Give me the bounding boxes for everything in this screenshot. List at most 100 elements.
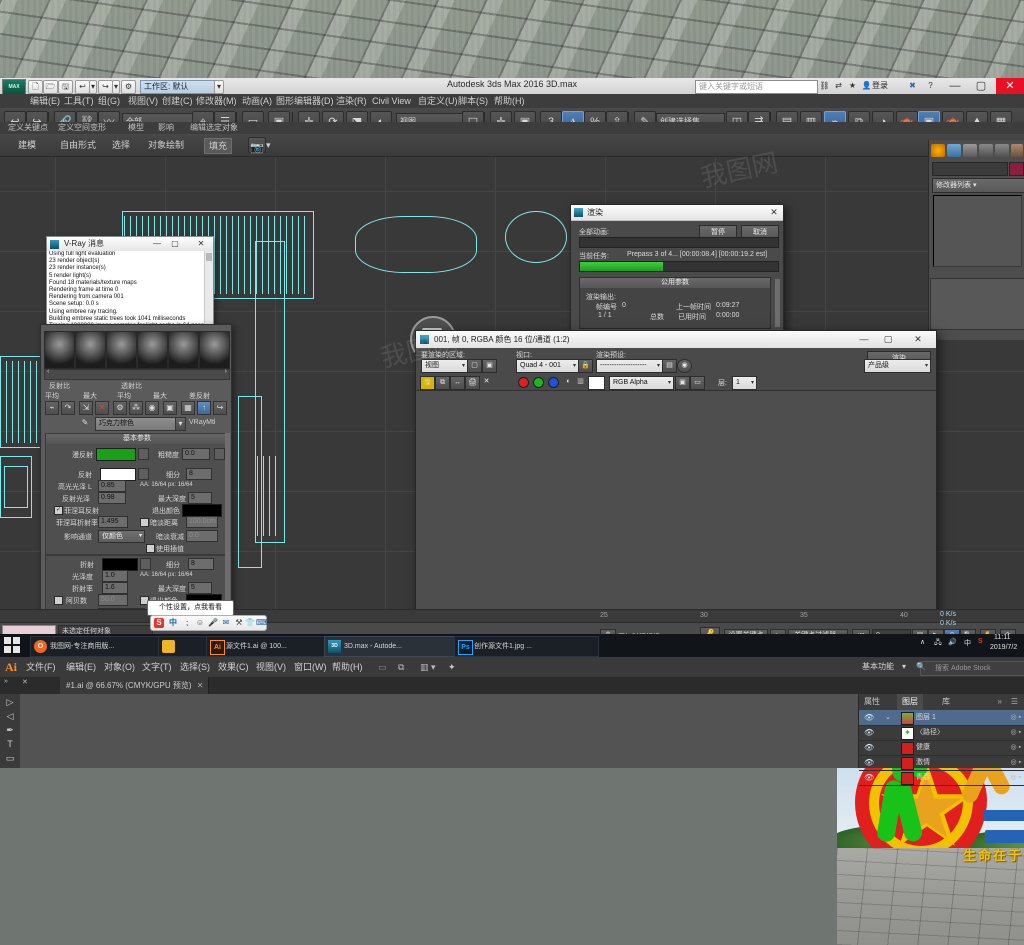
layer-target-icon[interactable]: ◎ ▪ xyxy=(1010,740,1021,755)
mic-icon[interactable]: 🎤 xyxy=(208,618,218,628)
menu-edit[interactable]: 编辑(E) xyxy=(30,94,60,108)
ai-menu-help[interactable]: 帮助(H) xyxy=(332,657,363,677)
list-item[interactable]: 👁 ✦ 〈路径〉 ◎ ▪ xyxy=(859,725,1024,741)
compare-image-icon[interactable]: ↔ xyxy=(450,376,465,390)
rfw-close-button[interactable]: ✕ xyxy=(908,331,928,348)
reflect-map-button[interactable] xyxy=(138,468,149,480)
hierarchy-tab-icon[interactable] xyxy=(963,144,977,157)
ai-panel-menu-icon[interactable]: ☰ xyxy=(1006,694,1023,710)
print-image-icon[interactable]: 🖨 xyxy=(465,376,480,390)
menu-rendering[interactable]: 渲染(R) xyxy=(336,94,367,108)
emoji-icon[interactable]: ☺ xyxy=(195,618,205,628)
ribbon-overflow[interactable]: ▾ xyxy=(266,138,271,152)
list-item[interactable]: 👁 ⌄ 图层 1 ◎ ▪ xyxy=(859,710,1024,726)
chevron-down-icon[interactable]: ⌄ xyxy=(885,710,891,725)
render-mode-combo[interactable]: 产品级 xyxy=(864,359,931,373)
edit-region-icon[interactable]: ▢ xyxy=(467,359,482,373)
enable-color-correction-icon[interactable]: ▣ xyxy=(675,376,690,390)
ribbon-tab-objectpaint[interactable]: 对象绘制 xyxy=(148,138,184,152)
glossiness-spinner[interactable]: 1.0 xyxy=(102,570,128,582)
affect-channel-combo[interactable]: 仅颜色 xyxy=(98,530,145,543)
ai-panel-collapse-icon[interactable]: » xyxy=(4,678,8,685)
menu-customize[interactable]: 自定义(U) xyxy=(418,94,458,108)
max-depth-spinner[interactable]: 5 xyxy=(188,492,212,504)
menu-civil-view[interactable]: Civil View xyxy=(372,94,411,108)
object-name-field[interactable] xyxy=(932,162,1008,176)
eye-icon[interactable]: 👁 xyxy=(864,758,874,767)
dim-distance-spinner[interactable]: 100.0cm xyxy=(186,516,218,528)
ai-menu-type[interactable]: 文字(T) xyxy=(142,657,172,677)
rfw-maximize-button[interactable]: ▢ xyxy=(878,331,898,348)
search-input[interactable]: 键入关键字或短语 xyxy=(695,80,818,94)
use-interp-checkbox[interactable] xyxy=(146,544,155,553)
material-name-dropdown[interactable]: ▾ xyxy=(175,417,186,431)
blue-channel-icon[interactable] xyxy=(548,377,559,388)
create-tab-icon[interactable] xyxy=(931,144,945,157)
eye-icon[interactable]: 👁 xyxy=(864,728,874,737)
menu-graph-editors[interactable]: 图形编辑器(D) xyxy=(276,94,334,108)
menu-scripting[interactable]: 脚本(S) xyxy=(458,94,488,108)
material-type-label[interactable]: VRayMtl xyxy=(189,419,215,426)
render-setup-icon-rfw[interactable]: ▤ xyxy=(662,359,677,373)
close-button[interactable]: ✕ xyxy=(996,78,1024,94)
maximize-button[interactable]: ▢ xyxy=(968,78,994,94)
green-channel-icon[interactable] xyxy=(533,377,544,388)
ribbon2-model[interactable]: 模型 xyxy=(128,122,144,134)
layer-target-icon[interactable]: ◎ ▪ xyxy=(1010,725,1021,740)
refract-subdivs-spinner[interactable]: 8 xyxy=(188,558,214,570)
help-icon[interactable]: ? xyxy=(924,80,937,92)
menu-tools[interactable]: 工具(T) xyxy=(64,94,94,108)
chevron-down-icon[interactable]: ▾ xyxy=(902,657,906,677)
ribbon-tab-freeform[interactable]: 自由形式 xyxy=(60,138,96,152)
selection-tool-icon[interactable]: ▷ xyxy=(3,696,17,709)
clone-image-icon[interactable]: ⧉ xyxy=(435,376,450,390)
go-forward-sibling-icon[interactable]: ↪ xyxy=(213,401,227,415)
minimize-button[interactable]: — xyxy=(942,78,968,94)
eye-icon[interactable]: 👁 xyxy=(864,713,874,722)
ime-mode-icon[interactable]: 中 xyxy=(168,618,178,628)
modify-tab-icon[interactable] xyxy=(947,144,961,157)
put-to-library-icon[interactable]: ⁂ xyxy=(129,401,143,415)
assign-material-icon[interactable]: ⇲ xyxy=(79,401,93,415)
taskbar-item-browser[interactable]: O 我图网-专注商用版... xyxy=(30,636,173,657)
env-settings-icon[interactable]: ◉ xyxy=(677,359,692,373)
ai-menu-edit[interactable]: 编辑(E) xyxy=(66,657,96,677)
tray-expand-icon[interactable]: ∧ xyxy=(920,638,925,646)
ior-spinner[interactable]: 1.6 xyxy=(102,582,128,594)
ai-document-tab[interactable]: #1.ai @ 66.67% (CMYK/GPU 预览) ✕ xyxy=(60,677,209,694)
abbe-checkbox[interactable] xyxy=(54,596,63,605)
list-item[interactable]: 👁 健康 ◎ ▪ xyxy=(859,740,1024,756)
auto-region-icon[interactable]: ▣ xyxy=(482,359,497,373)
mono-channel-icon[interactable]: ▥ xyxy=(574,376,587,388)
ai-menu-view[interactable]: 视图(V) xyxy=(256,657,286,677)
clock-date[interactable]: 2019/7/2 xyxy=(990,644,1017,651)
modifier-list-combo[interactable]: 修改器列表 ▾ xyxy=(932,178,1024,193)
communication-icon[interactable]: ⛓ xyxy=(818,80,831,92)
object-color-swatch[interactable] xyxy=(1009,162,1024,176)
vray-minimize-button[interactable]: — xyxy=(149,237,165,251)
type-tool-icon[interactable]: T xyxy=(3,738,17,751)
start-button[interactable] xyxy=(4,637,21,654)
signin-label[interactable]: 登录 xyxy=(872,80,888,92)
ime-indicator[interactable]: 中 xyxy=(964,638,971,648)
ai-arrange-documents-icon[interactable]: ▥ ▾ xyxy=(420,657,436,677)
menu-group[interactable]: 组(G) xyxy=(98,94,120,108)
ai-menu-select[interactable]: 选择(S) xyxy=(180,657,210,677)
network-icon[interactable]: 🖧 xyxy=(934,638,942,649)
fresnel-ior-spinner[interactable]: 1.495 xyxy=(98,516,128,528)
ai-menu-object[interactable]: 对象(O) xyxy=(104,657,135,677)
viewport-combo[interactable]: Quad 4 - 001 xyxy=(516,359,579,373)
eye-icon[interactable]: 👁 xyxy=(864,773,874,782)
menu-create[interactable]: 创建(C) xyxy=(162,94,193,108)
ribbon-tab-populate[interactable]: 填充 xyxy=(204,138,233,154)
ai-menu-effect[interactable]: 效果(C) xyxy=(218,657,249,677)
ribbon-camera-icon[interactable]: 📷 xyxy=(248,137,266,154)
vray-maximize-button[interactable]: ▢ xyxy=(167,237,183,251)
refl-gloss-spinner[interactable]: 0.98 xyxy=(98,492,126,504)
taskbar-item-photoshop[interactable]: Ps 创作源文件1.jpg ... xyxy=(454,636,599,657)
ai-stock-icon[interactable]: ✦ xyxy=(448,657,456,677)
clock-time[interactable]: 11:11 xyxy=(994,634,1010,641)
sample-slot[interactable] xyxy=(168,331,199,369)
display-tab-icon[interactable] xyxy=(995,144,1009,157)
reset-material-icon[interactable]: ✕ xyxy=(95,401,109,415)
